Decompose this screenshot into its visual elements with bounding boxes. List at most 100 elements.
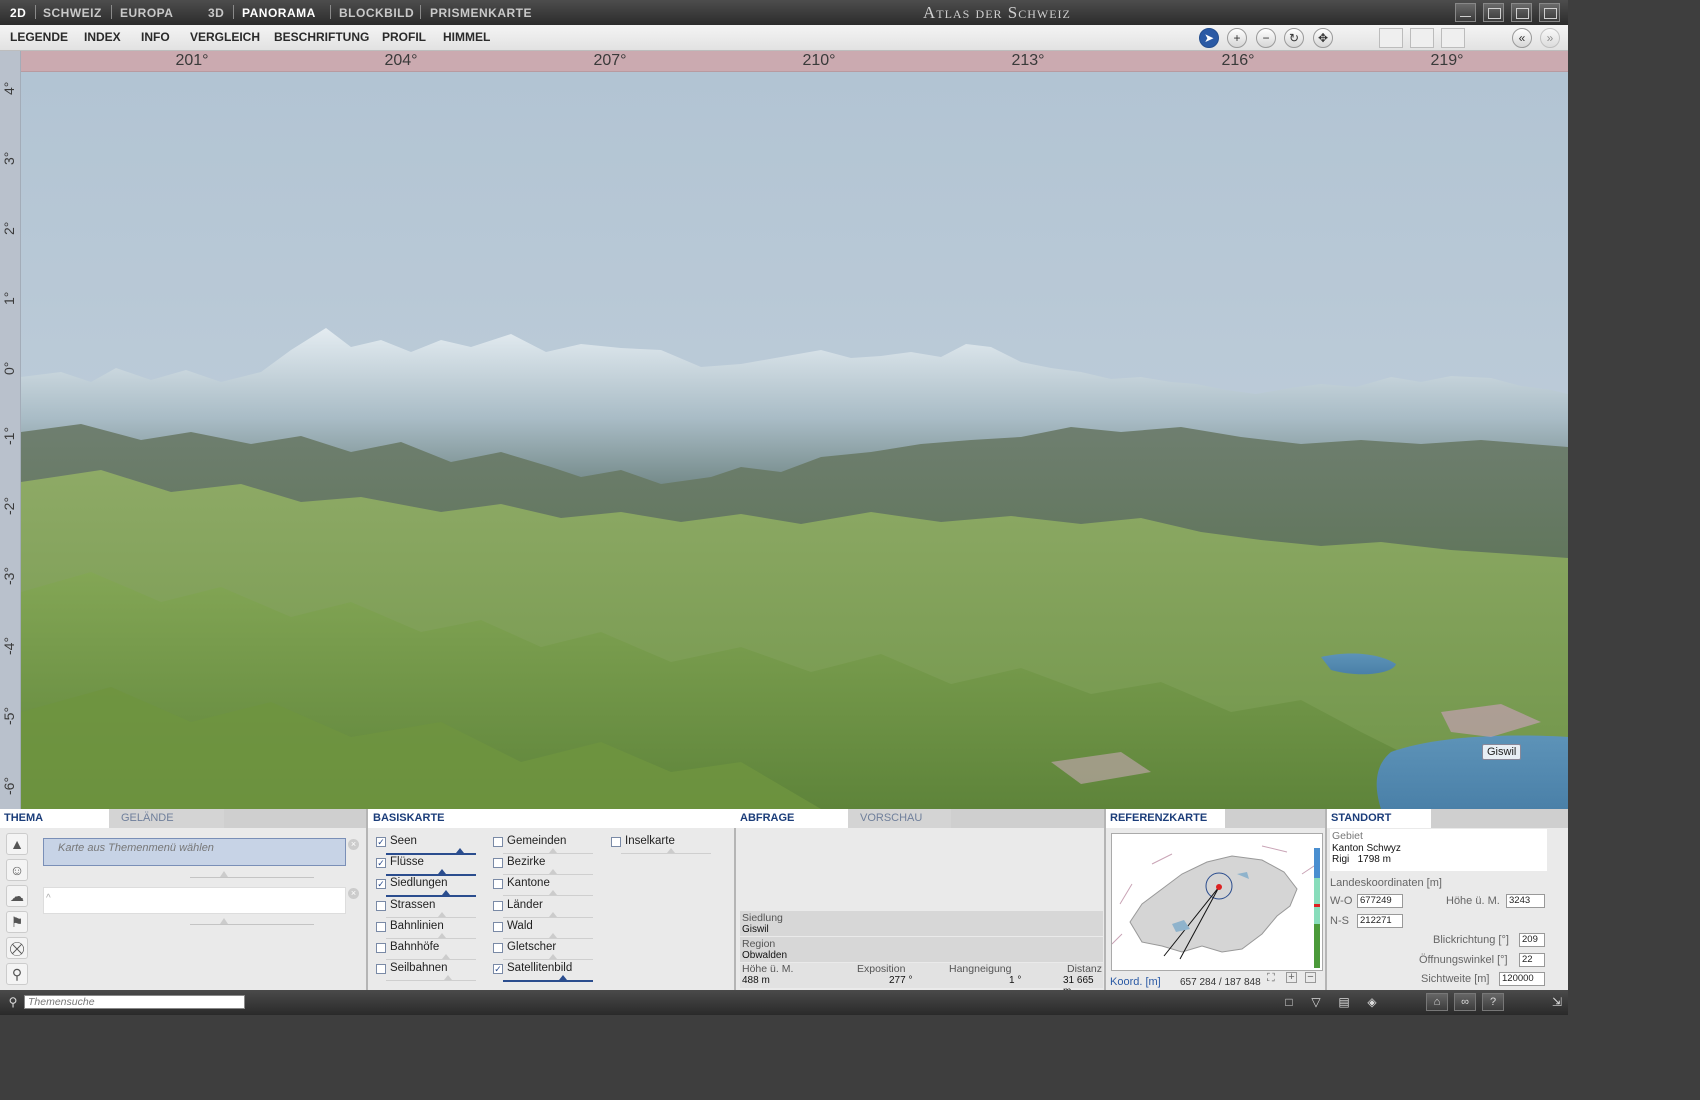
panorama-view[interactable]: Giswil [21, 72, 1568, 809]
mode-europa[interactable]: EUROPA [120, 6, 173, 20]
minimize-icon[interactable] [1455, 3, 1476, 22]
zoom-out-icon[interactable]: − [1305, 972, 1316, 983]
reference-map[interactable] [1111, 833, 1323, 971]
flag-icon[interactable]: ⚑ [6, 911, 28, 933]
checkbox-unchecked-icon[interactable] [376, 943, 386, 953]
opacity-knob[interactable] [549, 932, 557, 938]
checkbox-unchecked-icon[interactable] [376, 921, 386, 932]
ns-field[interactable]: 212271 [1357, 914, 1403, 928]
opacity-knob[interactable] [438, 911, 446, 917]
sichtweite-field[interactable]: 120000 [1499, 972, 1545, 986]
clear-icon[interactable]: × [348, 839, 359, 850]
opacity-knob[interactable] [549, 911, 557, 917]
opacity-knob[interactable] [456, 848, 464, 853]
expand-right-icon[interactable]: » [1540, 28, 1560, 48]
people-icon[interactable]: ☺ [6, 859, 28, 881]
train-icon[interactable]: ⛒ [6, 937, 28, 959]
fullscreen-icon[interactable] [1511, 3, 1532, 22]
opacity-track[interactable] [386, 916, 476, 918]
checkbox-unchecked-icon[interactable] [376, 900, 386, 911]
zoom-in-icon[interactable]: + [1227, 28, 1247, 48]
help-icon[interactable]: ? [1482, 993, 1504, 1011]
print-icon[interactable]: ▤ [1335, 993, 1353, 1011]
opacity-slider[interactable] [190, 871, 314, 878]
place-label[interactable]: Giswil [1482, 744, 1522, 760]
oeffnungswinkel-field[interactable]: 22 [1519, 953, 1545, 967]
opacity-track[interactable] [386, 959, 476, 960]
maximize-icon[interactable] [1539, 3, 1560, 22]
export-icon[interactable]: ◈ [1363, 993, 1381, 1011]
search-input[interactable]: Themensuche [24, 995, 245, 1009]
opacity-knob[interactable] [549, 954, 557, 959]
opacity-knob[interactable] [549, 869, 557, 875]
mode-schweiz[interactable]: SCHWEIZ [43, 6, 102, 20]
checkbox-unchecked-icon[interactable] [493, 837, 503, 847]
checkbox-unchecked-icon[interactable] [493, 943, 503, 953]
fit-icon[interactable]: ⛶ [1267, 972, 1275, 985]
thema-select-field[interactable]: Karte aus Themenmenü wählen [43, 838, 346, 866]
collapse-left-icon[interactable]: « [1512, 28, 1532, 48]
hoehe-field[interactable]: 3243 [1506, 894, 1545, 908]
horizontal-split-icon[interactable] [1379, 28, 1403, 48]
blickrichtung-field[interactable]: 209 [1519, 933, 1545, 947]
opacity-track[interactable] [503, 980, 593, 983]
checkbox-checked-icon[interactable]: ✓ [493, 964, 503, 975]
zoom-in-icon[interactable]: + [1286, 972, 1297, 983]
tree-icon[interactable]: ▲ [6, 833, 28, 855]
checkbox-checked-icon[interactable]: ✓ [376, 858, 386, 869]
menu-info[interactable]: INFO [141, 30, 170, 44]
opacity-track[interactable] [503, 916, 593, 918]
opacity-slider[interactable] [190, 918, 314, 925]
checkbox-unchecked-icon[interactable] [493, 879, 503, 890]
rotate-icon[interactable]: ↻ [1284, 28, 1304, 48]
opacity-track[interactable] [503, 874, 593, 876]
opacity-track[interactable] [386, 980, 476, 982]
vertical-split-icon[interactable] [1410, 28, 1434, 48]
mode-3d[interactable]: 3D [208, 6, 224, 20]
checkbox-unchecked-icon[interactable] [493, 900, 503, 911]
opacity-track[interactable] [503, 959, 593, 960]
mode-blockbild[interactable]: BLOCKBILD [339, 6, 414, 20]
checkbox-unchecked-icon[interactable] [611, 837, 621, 847]
tab-gelaende[interactable]: GELÄNDE [109, 809, 224, 828]
opacity-track[interactable] [503, 895, 593, 897]
no-split-icon[interactable] [1441, 28, 1465, 48]
resize-grip-icon[interactable]: ⇲ [1548, 993, 1566, 1011]
checkbox-unchecked-icon[interactable] [493, 858, 503, 869]
mode-2d[interactable]: 2D [10, 6, 26, 20]
menu-legende[interactable]: LEGENDE [10, 30, 68, 44]
opacity-knob[interactable] [444, 975, 452, 981]
menu-vergleich[interactable]: VERGLEICH [190, 30, 260, 44]
opacity-knob[interactable] [549, 890, 557, 896]
satellite-icon[interactable]: ⚲ [6, 963, 28, 985]
mode-panorama[interactable]: PANORAMA [242, 6, 316, 20]
opacity-knob[interactable] [559, 975, 567, 981]
tab-thema[interactable]: THEMA [0, 809, 116, 828]
thema-field-2[interactable]: ^ [43, 887, 346, 914]
opacity-track[interactable] [621, 853, 711, 854]
wo-field[interactable]: 677249 [1357, 894, 1403, 908]
opacity-knob[interactable] [438, 932, 446, 938]
opacity-track[interactable] [503, 937, 593, 939]
checkbox-checked-icon[interactable]: ✓ [376, 879, 386, 890]
link-icon[interactable]: ∞ [1454, 993, 1476, 1011]
checkbox-unchecked-icon[interactable] [493, 921, 503, 932]
tab-vorschau[interactable]: VORSCHAU [848, 809, 951, 828]
opacity-track[interactable] [386, 853, 476, 855]
checkbox-checked-icon[interactable]: ✓ [376, 837, 386, 847]
opacity-track[interactable] [386, 874, 476, 877]
mode-prismenkarte[interactable]: PRISMENKARTE [430, 6, 532, 20]
menu-index[interactable]: INDEX [84, 30, 121, 44]
menu-profil[interactable]: PROFIL [382, 30, 426, 44]
folder-icon[interactable]: □ [1280, 993, 1298, 1011]
menu-beschriftung[interactable]: BESCHRIFTUNG [274, 30, 369, 44]
opacity-knob[interactable] [442, 954, 450, 959]
tab-abfrage[interactable]: ABFRAGE [736, 809, 856, 828]
clear-icon[interactable]: × [348, 888, 359, 899]
opacity-track[interactable] [386, 895, 476, 898]
opacity-track[interactable] [503, 853, 593, 854]
menu-himmel[interactable]: HIMMEL [443, 30, 490, 44]
opacity-knob[interactable] [438, 869, 446, 875]
home-icon[interactable]: ⌂ [1426, 993, 1448, 1011]
restore-icon[interactable] [1483, 3, 1504, 22]
